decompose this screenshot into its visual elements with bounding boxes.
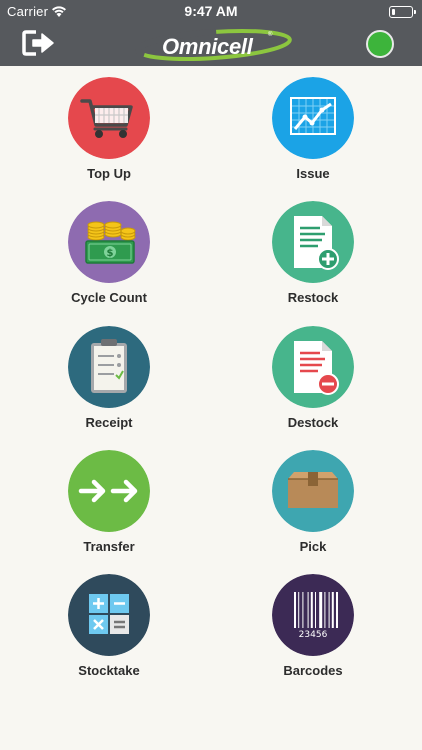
box-icon <box>272 450 354 532</box>
shopping-cart-icon <box>68 77 150 159</box>
tile-label: Stocktake <box>78 663 140 678</box>
logo-registered: ® <box>268 32 273 38</box>
tile-stocktake[interactable]: Stocktake <box>29 574 189 686</box>
double-arrow-icon <box>68 450 150 532</box>
status-time: 9:47 AM <box>184 3 238 19</box>
barcode-icon: 23456 <box>272 574 354 656</box>
tile-barcodes[interactable]: 23456 Barcodes <box>233 574 393 686</box>
logout-button[interactable] <box>22 28 56 58</box>
connection-status-indicator[interactable] <box>366 30 394 58</box>
tile-transfer[interactable]: Transfer <box>29 450 189 562</box>
tile-label: Destock <box>287 415 339 430</box>
document-add-icon <box>272 201 354 283</box>
tile-label: Transfer <box>83 539 135 554</box>
calculator-icon <box>68 574 150 656</box>
barcode-number: 23456 <box>299 630 328 640</box>
nav-bar: Omnicell ® <box>0 24 422 66</box>
tile-pick[interactable]: Pick <box>233 450 393 562</box>
document-remove-icon <box>272 326 354 408</box>
tile-label: Issue <box>296 166 330 181</box>
svg-text:$: $ <box>107 248 114 259</box>
tile-receipt[interactable]: Receipt <box>29 326 189 438</box>
omnicell-logo: Omnicell ® <box>134 26 294 62</box>
tile-cycle-count[interactable]: $ Cycle Count <box>29 201 189 313</box>
tile-issue[interactable]: Issue <box>233 77 393 189</box>
tile-label: Barcodes <box>283 663 343 678</box>
tile-label: Top Up <box>87 166 131 181</box>
tile-destock[interactable]: Destock <box>233 326 393 438</box>
tile-label: Cycle Count <box>71 290 147 305</box>
battery-icon <box>389 6 416 18</box>
coins-cash-icon: $ <box>68 201 150 283</box>
tile-restock[interactable]: Restock <box>233 201 393 313</box>
clipboard-check-icon <box>68 326 150 408</box>
tile-label: Restock <box>287 290 339 305</box>
line-chart-icon <box>272 77 354 159</box>
logo-text: Omnicell <box>162 34 253 59</box>
tile-label: Pick <box>299 539 327 554</box>
tile-label: Receipt <box>85 415 133 430</box>
tile-top-up[interactable]: Top Up <box>29 77 189 189</box>
status-bar: Carrier 9:47 AM <box>0 0 422 24</box>
